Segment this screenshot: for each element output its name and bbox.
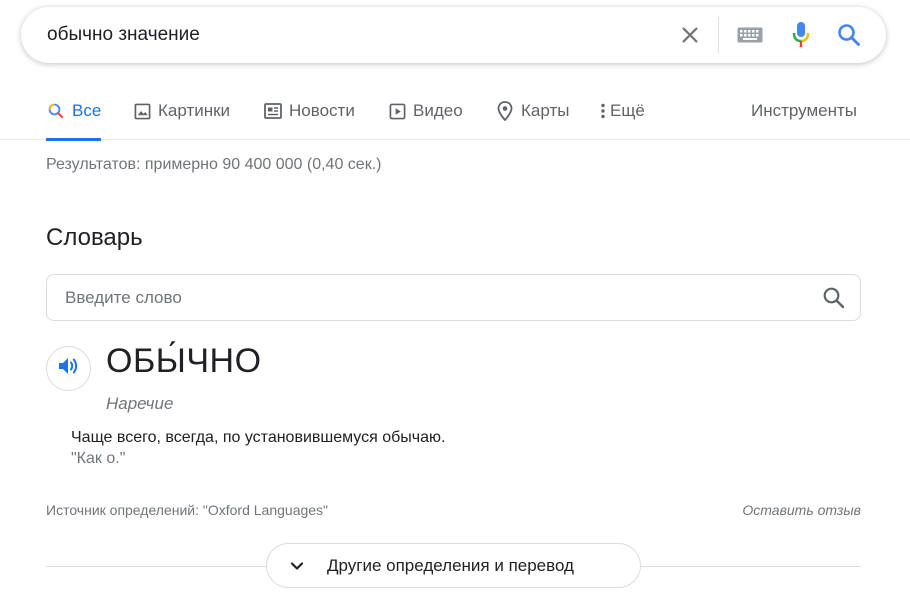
map-pin-icon xyxy=(495,101,515,121)
tab-tools[interactable]: Инструменты xyxy=(751,88,857,140)
more-definitions-label: Другие определения и перевод xyxy=(327,556,574,575)
definition-text: Чаще всего, всегда, по установившемуся о… xyxy=(71,429,446,446)
search-results-page: Все Картинки Новости Видео Карты xyxy=(0,0,910,597)
tab-label: Новости xyxy=(289,101,355,120)
search-tabs: Все Картинки Новости Видео Карты Ещё Инс… xyxy=(0,88,910,141)
close-icon[interactable] xyxy=(673,7,707,63)
part-of-speech: Наречие xyxy=(106,394,174,413)
search-icon[interactable] xyxy=(832,7,866,63)
tab-label: Видео xyxy=(413,101,463,120)
more-vert-icon xyxy=(598,101,608,121)
result-stats: Результатов: примерно 90 400 000 (0,40 с… xyxy=(46,156,382,173)
search-icon[interactable] xyxy=(822,275,846,320)
dictionary-heading: Словарь xyxy=(46,224,143,251)
tab-label: Картинки xyxy=(158,101,231,120)
dictionary-search-box xyxy=(46,274,861,321)
tab-label: Карты xyxy=(521,101,570,120)
dictionary-word-input[interactable] xyxy=(65,275,765,320)
tab-label: Инструменты xyxy=(751,101,858,120)
speaker-icon xyxy=(57,355,81,382)
tab-video[interactable]: Видео xyxy=(387,88,463,140)
definition-example: "Как о." xyxy=(71,450,126,467)
more-definitions-button[interactable]: Другие определения и перевод xyxy=(266,543,641,588)
dictionary-headword: ОБЫ́ЧНО xyxy=(106,342,262,380)
play-icon xyxy=(387,101,407,121)
microphone-icon[interactable] xyxy=(786,7,816,63)
definition-source: Источник определений: "Oxford Languages" xyxy=(46,502,329,518)
feedback-link[interactable]: Оставить отзыв xyxy=(742,502,861,518)
tab-images[interactable]: Картинки xyxy=(132,88,230,140)
search-input[interactable] xyxy=(47,7,647,63)
tab-news[interactable]: Новости xyxy=(263,88,355,140)
newspaper-icon xyxy=(263,101,283,121)
search-bar xyxy=(21,7,886,63)
chevron-down-icon xyxy=(287,556,307,581)
tab-all[interactable]: Все xyxy=(46,88,102,141)
pronunciation-audio-button[interactable] xyxy=(46,346,91,391)
search-bar-divider xyxy=(718,17,719,53)
tab-more[interactable]: Ещё xyxy=(598,88,645,140)
tab-label: Ещё xyxy=(610,101,645,120)
keyboard-icon[interactable] xyxy=(734,7,766,63)
tab-label: Все xyxy=(72,101,102,120)
tab-maps[interactable]: Карты xyxy=(495,88,569,140)
image-icon xyxy=(132,101,152,121)
search-icon xyxy=(46,101,66,121)
